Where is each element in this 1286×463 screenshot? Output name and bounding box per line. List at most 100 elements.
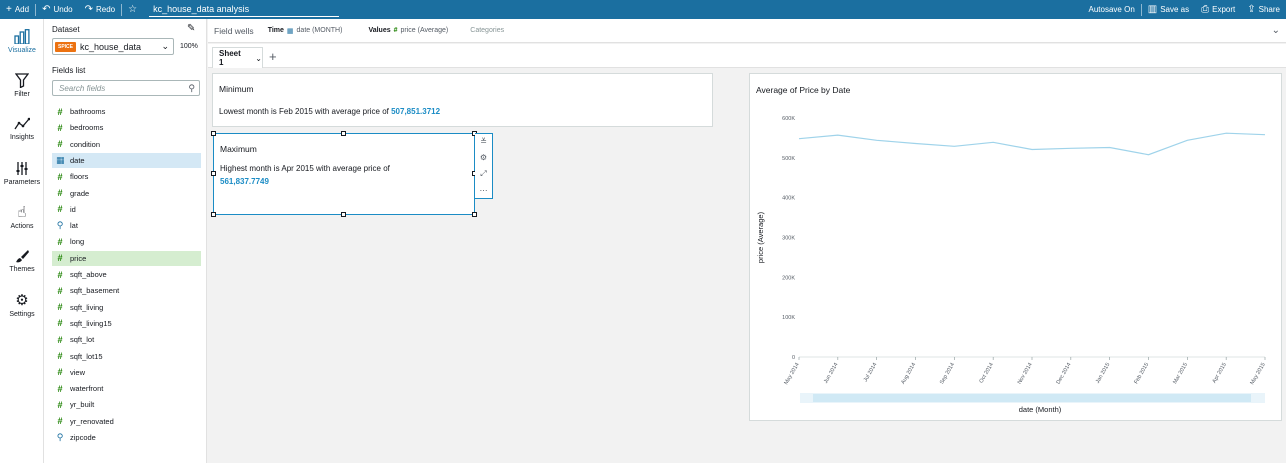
- spice-badge: SPICE: [55, 41, 77, 52]
- x-tick-label: Sep 2014: [939, 362, 956, 385]
- field-item-label: condition: [70, 139, 101, 149]
- x-tick-label: Apr 2015: [1212, 362, 1228, 384]
- field-item-sqft-lot[interactable]: # sqft_lot: [52, 332, 201, 347]
- nav-themes[interactable]: Themes: [0, 241, 44, 281]
- more-icon[interactable]: ⋯: [480, 186, 488, 195]
- dataset-name: kc_house_data: [80, 41, 142, 52]
- save-as-button[interactable]: ▥ Save as: [1142, 0, 1195, 19]
- field-item-id[interactable]: # id: [52, 202, 201, 217]
- search-fields-input[interactable]: Search fields ⚲: [52, 80, 200, 96]
- nav-actions[interactable]: ☝ Actions: [0, 197, 44, 237]
- field-item-zipcode[interactable]: ⚲ zipcode: [52, 430, 201, 445]
- dataset-select[interactable]: SPICE kc_house_data ⌄: [52, 38, 174, 55]
- y-tick-label: 400K: [782, 196, 795, 202]
- resize-handle[interactable]: [341, 212, 346, 217]
- field-item-sqft-living[interactable]: # sqft_living: [52, 300, 201, 315]
- field-item-label: zipcode: [70, 433, 96, 442]
- nav-visualize[interactable]: Visualize: [0, 21, 44, 61]
- star-icon: ☆: [128, 3, 138, 15]
- field-item-label: sqft_basement: [70, 286, 120, 296]
- resize-handle[interactable]: [211, 171, 216, 176]
- insight-minimum[interactable]: Minimum Lowest month is Feb 2015 with av…: [212, 73, 713, 127]
- hash-icon: #: [393, 27, 398, 34]
- field-item-label: date: [70, 155, 85, 165]
- line-chart-visual[interactable]: Average of Price by Date 0 100K 200K 300K 40…: [749, 73, 1282, 421]
- hash-icon: #: [57, 383, 63, 394]
- x-tick-label: Jun 2014: [823, 362, 840, 385]
- field-item-label: sqft_lot15: [70, 351, 103, 361]
- field-item-sqft-living15[interactable]: # sqft_living15: [52, 316, 201, 331]
- categories-well[interactable]: Categories: [470, 27, 504, 34]
- resize-handle[interactable]: [211, 212, 216, 217]
- share-button[interactable]: ⇪ Share: [1241, 0, 1286, 19]
- visual-toolbar: ≚ ⚙ ⤢ ⋯: [475, 133, 493, 199]
- field-item-label: waterfront: [70, 384, 104, 394]
- hash-icon: #: [57, 399, 63, 410]
- x-tick-label: May 2014: [783, 362, 800, 386]
- bar-chart-icon: [14, 28, 30, 44]
- insights-icon: [14, 117, 30, 130]
- x-tick-label: May 2015: [1249, 362, 1266, 386]
- share-icon: ⇪: [1247, 3, 1256, 15]
- hash-icon: #: [57, 302, 63, 313]
- hash-icon: #: [57, 318, 63, 329]
- field-item-yr-built[interactable]: # yr_built: [52, 397, 201, 412]
- nav-filter[interactable]: Filter: [0, 65, 44, 105]
- chevron-down-icon: ⌄: [161, 41, 169, 51]
- hash-icon: #: [57, 122, 63, 133]
- field-item-label: id: [70, 204, 76, 214]
- redo-button[interactable]: ↷ Redo: [79, 0, 122, 19]
- y-tick-label: 100K: [782, 315, 795, 321]
- nav-insights[interactable]: Insights: [0, 109, 44, 149]
- calendar-icon: ▦: [286, 27, 294, 35]
- field-item-lat[interactable]: ⚲ lat: [52, 218, 201, 233]
- field-item-floors[interactable]: # floors: [52, 169, 201, 184]
- values-well[interactable]: Values # price (Average): [368, 27, 448, 34]
- add-sheet-button[interactable]: +: [269, 49, 277, 64]
- field-item-long[interactable]: # long: [52, 234, 201, 249]
- hash-icon: #: [57, 236, 63, 247]
- field-item-yr-renovated[interactable]: # yr_renovated: [52, 414, 201, 429]
- undo-button[interactable]: ↶ Undo: [36, 0, 79, 19]
- chevron-double-down-icon[interactable]: ≚: [480, 137, 487, 146]
- analysis-canvas: Minimum Lowest month is Feb 2015 with av…: [208, 69, 1286, 463]
- autosave-toggle[interactable]: Autosave On: [1083, 0, 1141, 19]
- pencil-icon[interactable]: ✎: [187, 23, 195, 34]
- analysis-title-input[interactable]: kc_house_data analysis: [149, 3, 340, 17]
- resize-handle[interactable]: [472, 212, 477, 217]
- field-item-condition[interactable]: # condition: [52, 137, 201, 152]
- insight-maximum[interactable]: Maximum Highest month is Apr 2015 with a…: [213, 133, 475, 215]
- field-item-view[interactable]: # view: [52, 365, 201, 380]
- favorite-button[interactable]: ☆: [122, 0, 143, 19]
- insight-text: Highest month is Apr 2015 with average p…: [220, 164, 390, 186]
- add-button[interactable]: + Add: [0, 0, 35, 19]
- field-item-label: price: [70, 253, 87, 263]
- field-item-label: view: [70, 367, 86, 377]
- tab-sheet-1[interactable]: Sheet 1 ⌄: [212, 47, 263, 68]
- field-item-sqft-basement[interactable]: # sqft_basement: [52, 283, 201, 298]
- expand-icon[interactable]: ⤢: [480, 169, 486, 179]
- time-well-label: Time: [267, 27, 284, 34]
- field-item-date[interactable]: ▦ date: [52, 152, 201, 168]
- field-item-bathrooms[interactable]: # bathrooms: [52, 104, 201, 119]
- gear-icon[interactable]: ⚙: [480, 153, 487, 162]
- nav-parameters[interactable]: Parameters: [0, 153, 44, 193]
- field-item-label: yr_renovated: [70, 416, 114, 426]
- field-item-sqft-lot15[interactable]: # sqft_lot15: [52, 349, 201, 364]
- redo-icon: ↷: [84, 3, 93, 15]
- nav-settings[interactable]: ⚙ Settings: [0, 285, 44, 325]
- field-item-waterfront[interactable]: # waterfront: [52, 381, 201, 396]
- export-button[interactable]: ⎙ Export: [1195, 0, 1241, 19]
- time-well[interactable]: Time ▦ date (MONTH): [268, 27, 343, 35]
- fields-list-label: Fields list: [52, 66, 86, 75]
- location-pin-icon: ⚲: [56, 432, 64, 442]
- field-item-sqft-above[interactable]: # sqft_above: [52, 267, 201, 282]
- field-item-bedrooms[interactable]: # bedrooms: [52, 120, 201, 135]
- resize-handle[interactable]: [211, 131, 216, 136]
- field-item-price[interactable]: # price: [52, 250, 201, 266]
- resize-handle[interactable]: [341, 131, 346, 136]
- chevron-down-icon[interactable]: ⌄: [255, 54, 262, 63]
- chevron-double-down-icon[interactable]: ⌄: [1272, 25, 1280, 36]
- y-tick-label: 0: [792, 355, 795, 361]
- field-item-grade[interactable]: # grade: [52, 186, 201, 201]
